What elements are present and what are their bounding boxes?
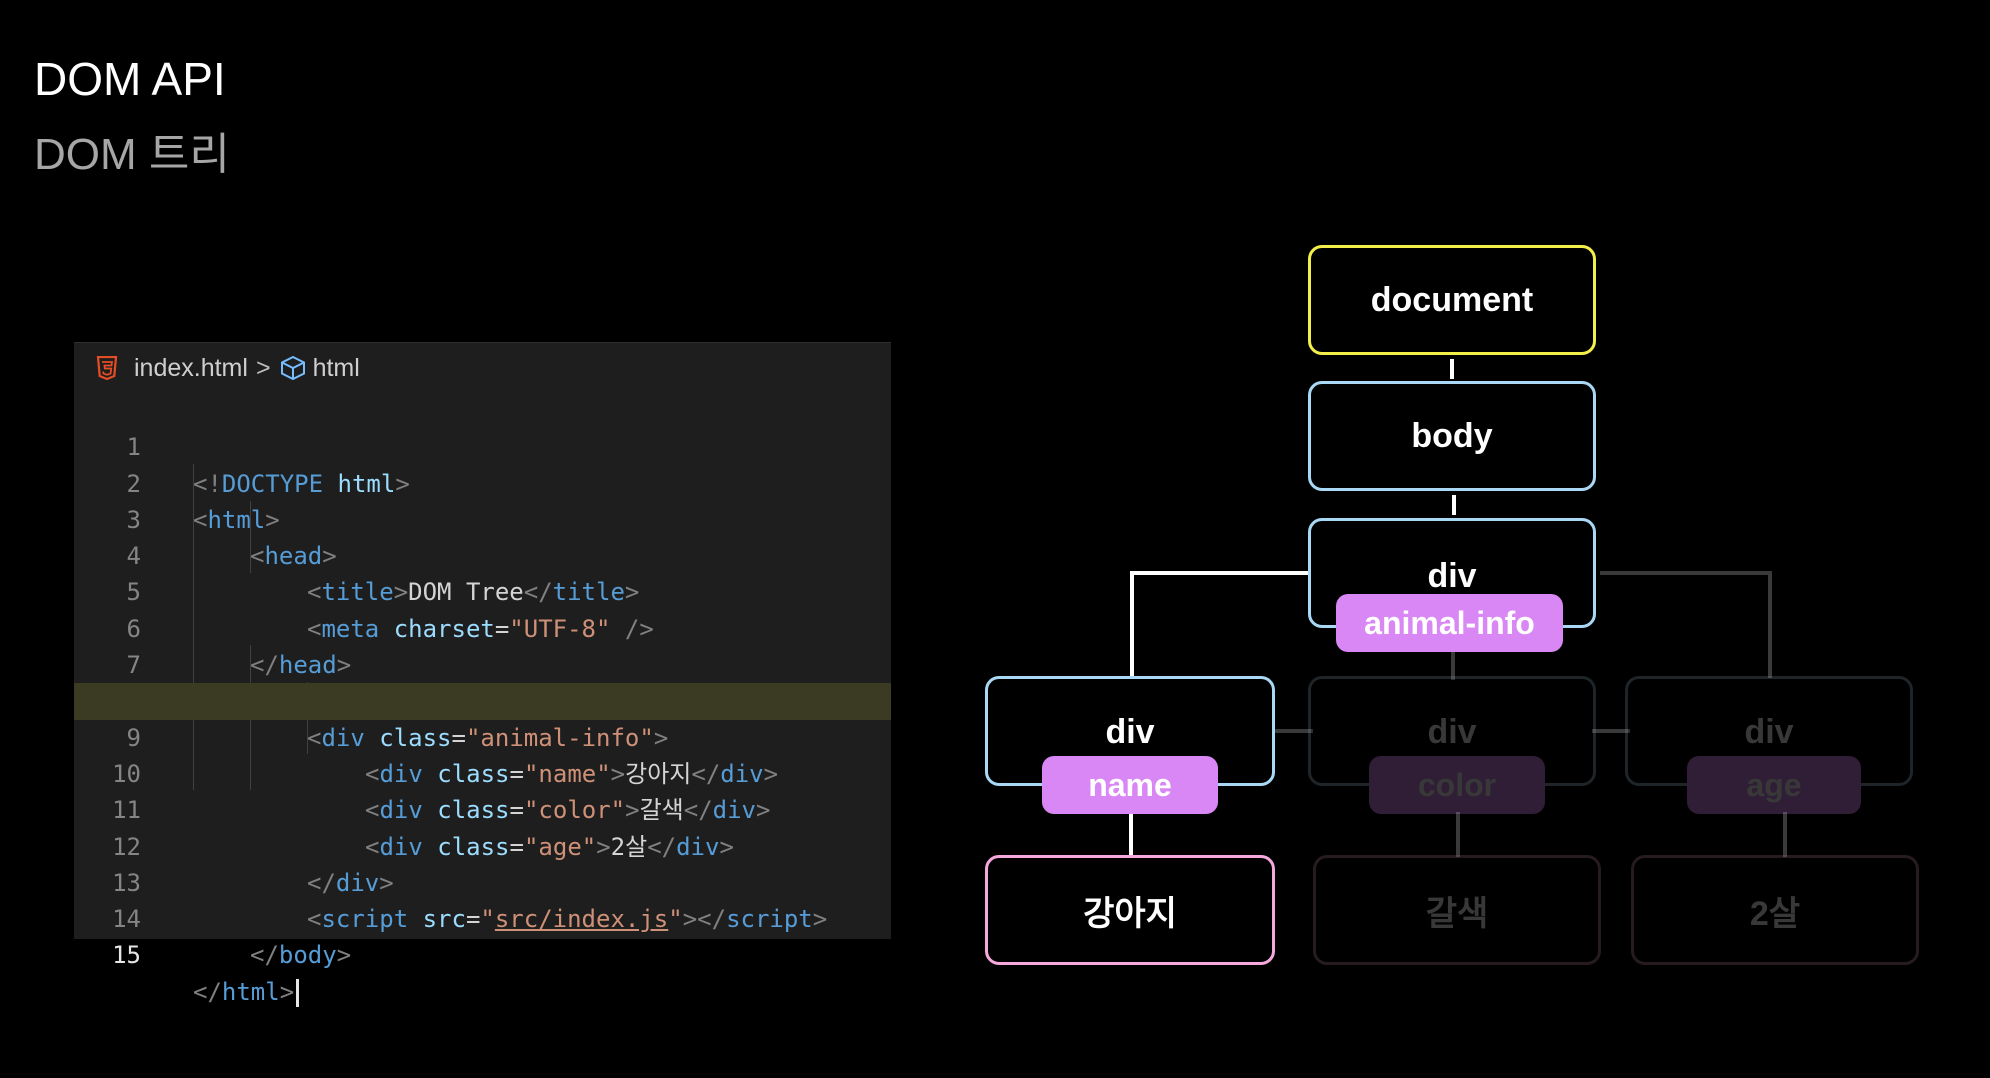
node-body: body — [1308, 381, 1596, 491]
line-text: </body> — [250, 941, 352, 970]
code-line[interactable]: 3 <head> — [74, 466, 891, 570]
connector-document-body — [1450, 359, 1454, 379]
breadcrumb: index.html > html — [96, 351, 360, 385]
breadcrumb-element[interactable]: html — [313, 354, 360, 383]
code-line-current[interactable]: 15 </html> — [74, 901, 891, 1007]
code-line[interactable]: 6 </head> — [74, 574, 891, 679]
cube-icon — [280, 355, 305, 381]
code-line[interactable]: 8 <div class="animal-info"> — [74, 647, 891, 751]
connector-div-name-v — [1130, 571, 1134, 678]
code-line[interactable]: 12 </div> — [74, 792, 891, 897]
text-node-color: 갈색 — [1313, 855, 1601, 965]
code-line[interactable]: 2 <html> — [74, 429, 891, 534]
slide-subtitle: DOM 트리 — [34, 130, 230, 179]
slide-title: DOM API — [34, 53, 226, 105]
connector-name-text — [1129, 812, 1133, 857]
breadcrumb-separator: > — [255, 353, 271, 382]
class-badge-color: color — [1369, 756, 1545, 814]
text-cursor — [296, 978, 300, 1007]
code-line[interactable]: 13 <script src="src/index.js"></script> — [74, 829, 891, 933]
text-node-age: 2살 — [1631, 855, 1919, 965]
text-node-value: 갈색 — [1425, 894, 1489, 933]
html5-file-icon — [96, 356, 118, 380]
class-badge-animal-info: animal-info — [1336, 594, 1563, 652]
code-line-highlighted[interactable]: 9 <div class="name">강아지</div> — [74, 683, 891, 788]
code-line[interactable]: 5 <meta charset="UTF-8" /> — [74, 538, 891, 642]
code-line[interactable]: 7 <body> — [74, 611, 891, 715]
code-line[interactable]: 10 <div class="color">갈색</div> — [74, 720, 891, 824]
text-node-value: 강아지 — [1083, 894, 1177, 933]
class-badge-age: age — [1687, 756, 1861, 814]
code-line[interactable]: 11 <div class="age">2살</div> — [74, 756, 891, 860]
line-number: 15 — [112, 941, 141, 970]
connector-color-text — [1456, 812, 1460, 857]
breadcrumb-file[interactable]: index.html — [134, 354, 248, 383]
connector-div-age-h — [1600, 571, 1772, 575]
node-label: body — [1411, 416, 1493, 455]
code-editor[interactable]: index.html > html 1 <!DOCTYPE html> 2 <h… — [74, 342, 891, 1007]
text-node-value: 2살 — [1749, 894, 1801, 933]
connector-body-div — [1452, 495, 1456, 515]
code-lines[interactable]: 1 <!DOCTYPE html> 2 <html> 3 <head> 4 <t… — [74, 393, 891, 1007]
code-line[interactable]: 1 <!DOCTYPE html> — [74, 393, 891, 497]
code-line[interactable]: 14 </body> — [74, 865, 891, 969]
node-label: document — [1370, 280, 1534, 319]
node-document: document — [1308, 245, 1596, 355]
line-text: </html> — [193, 974, 300, 1010]
connector-div-age-v — [1768, 571, 1772, 678]
code-line[interactable]: 4 <title>DOM Tree</title> — [74, 502, 891, 606]
connector-div-name-h — [1130, 571, 1310, 575]
text-node-name: 강아지 — [985, 855, 1275, 965]
connector-age-text — [1783, 812, 1787, 857]
class-badge-name: name — [1042, 756, 1218, 814]
